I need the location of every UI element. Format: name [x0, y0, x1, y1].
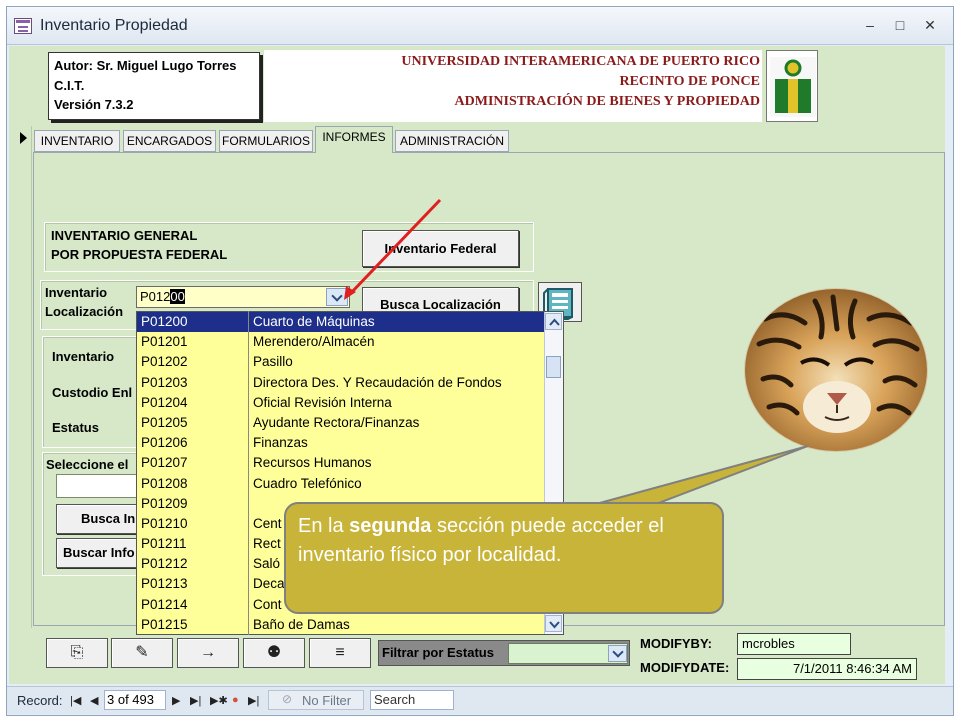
last-record-icon[interactable]: ▶|: [190, 694, 201, 707]
modifydate-field[interactable]: 7/1/2011 8:46:34 AM: [737, 658, 917, 680]
first-record-icon[interactable]: |◀: [70, 694, 81, 707]
cancel-icon[interactable]: ●: [232, 694, 239, 706]
forward-button[interactable]: →: [177, 638, 239, 668]
callout-text: En la segunda sección puede acceder el i…: [298, 512, 718, 570]
record-label: Record:: [17, 693, 63, 708]
filter-dropdown-button[interactable]: [608, 645, 627, 662]
book-button[interactable]: ≡: [309, 638, 371, 668]
last-icon[interactable]: ▶|: [248, 694, 259, 707]
find-button[interactable]: ⚉: [243, 638, 305, 668]
filter-status-label: Filtrar por Estatus: [382, 645, 494, 660]
chevron-down-icon: [612, 646, 624, 658]
search-input[interactable]: Search: [370, 690, 454, 710]
binoculars-icon: ⚉: [266, 644, 282, 661]
book-icon: ≡: [335, 644, 345, 661]
save-edit-button[interactable]: ✎: [111, 638, 173, 668]
forward-icon: →: [200, 644, 216, 661]
modifyby-field[interactable]: mcrobles: [737, 633, 851, 655]
callout-prefix: En la: [298, 515, 350, 537]
exit-button[interactable]: ⎘: [46, 638, 108, 668]
next-record-icon[interactable]: ▶: [172, 694, 180, 707]
modifyby-label: MODIFYBY:: [640, 636, 712, 651]
no-filter-label: No Filter: [302, 693, 352, 708]
previous-record-icon[interactable]: ◀: [90, 694, 98, 707]
new-record-icon[interactable]: ▶✱: [210, 694, 228, 707]
callout-bold: segunda: [349, 515, 432, 537]
record-number-input[interactable]: 3 of 493: [104, 690, 166, 710]
save-edit-icon: ✎: [135, 644, 149, 661]
modifydate-label: MODIFYDATE:: [640, 660, 730, 675]
filter-icon: ⊘: [282, 692, 293, 706]
exit-icon: ⎘: [70, 644, 84, 661]
